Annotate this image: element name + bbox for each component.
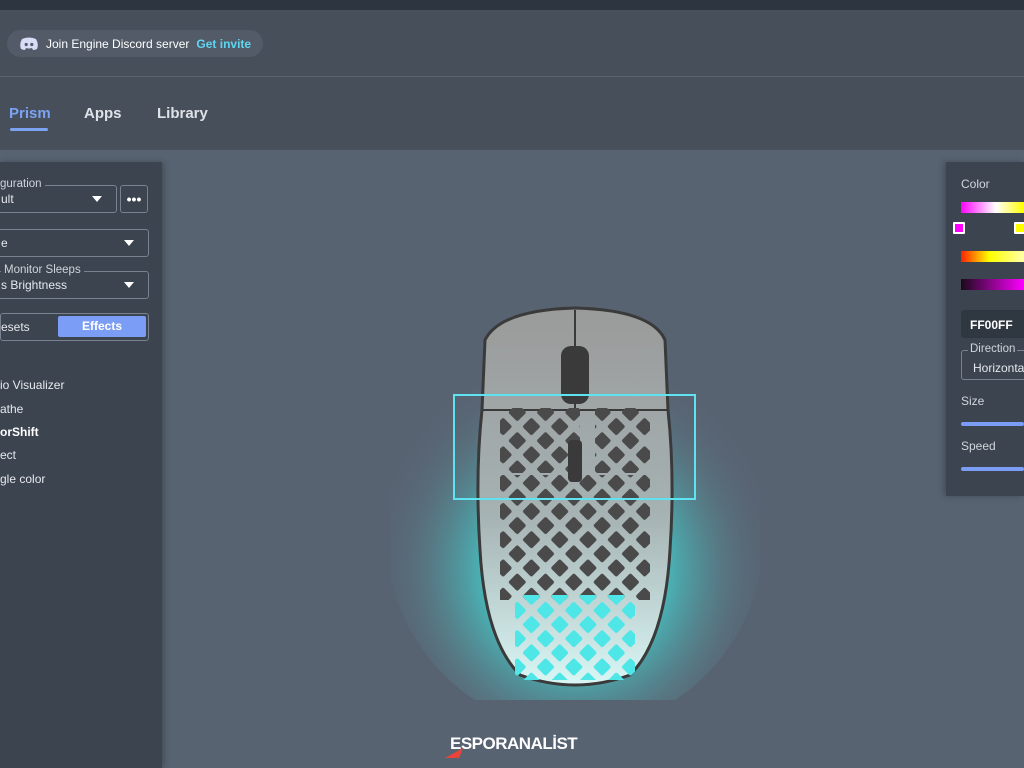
direction-legend: Direction <box>968 343 1018 355</box>
watermark-logo: ESPORANALİST <box>445 734 578 758</box>
gradient-stop-yellow[interactable] <box>1014 222 1024 234</box>
chevron-down-icon <box>124 240 134 246</box>
tab-apps[interactable]: Apps <box>84 105 122 122</box>
monitor-sleeps-legend: Monitor Sleeps <box>1 264 84 276</box>
brightness-slider[interactable] <box>961 279 1024 290</box>
header: Join Engine Discord server Get invite Pr… <box>0 10 1024 150</box>
get-invite-link[interactable]: Get invite <box>196 37 251 51</box>
color-gradient-bar[interactable] <box>961 202 1024 213</box>
chevron-down-icon <box>124 282 134 288</box>
gradient-stop-magenta[interactable] <box>953 222 965 234</box>
watermark-part2: ANALİST <box>507 734 578 753</box>
monitor-sleeps-select[interactable]: Monitor Sleeps s Brightness <box>0 264 149 299</box>
configuration-value: ult <box>1 192 14 206</box>
size-slider[interactable] <box>961 422 1024 426</box>
hex-value: FF00FF <box>970 318 1013 332</box>
discord-banner-text: Join Engine Discord server <box>46 36 190 51</box>
presets-effects-toggle: esets Effects <box>0 313 149 341</box>
mode-select[interactable]: e <box>0 229 149 257</box>
size-label: Size <box>961 394 985 408</box>
discord-banner: Join Engine Discord server Get invite <box>7 30 264 57</box>
effect-audio-visualizer[interactable]: io Visualizer <box>0 378 64 392</box>
hex-color-input[interactable]: FF00FF <box>961 310 1024 338</box>
tab-library[interactable]: Library <box>157 105 208 122</box>
speed-slider[interactable] <box>961 467 1024 471</box>
configuration-legend: guration <box>0 178 45 190</box>
speed-label: Speed <box>961 439 996 453</box>
more-options-button[interactable]: ••• <box>120 185 148 213</box>
mode-value: e <box>1 236 8 250</box>
direction-select[interactable]: Direction Horizonta <box>961 343 1024 380</box>
presets-tab[interactable]: esets <box>1 320 30 334</box>
configuration-select[interactable]: guration ult <box>0 178 117 213</box>
effect-disconnect[interactable]: ect <box>0 448 16 462</box>
color-label: Color <box>961 177 990 191</box>
more-dots-icon: ••• <box>126 191 142 207</box>
effect-breathe[interactable]: athe <box>0 402 23 416</box>
left-settings-panel: guration ult ••• e Monitor Sleeps s Brig… <box>0 162 162 768</box>
hue-slider[interactable] <box>961 251 1024 262</box>
effect-single-color[interactable]: gle color <box>0 472 45 486</box>
device-preview <box>385 300 765 730</box>
active-tab-indicator <box>10 128 48 131</box>
monitor-sleeps-value: s Brightness <box>1 278 68 292</box>
header-divider <box>0 76 1024 77</box>
title-bar <box>0 0 1024 10</box>
direction-value: Horizonta <box>973 361 1024 375</box>
watermark-part1: ESPOR <box>450 734 508 753</box>
effect-colorshift[interactable]: orShift <box>0 425 39 439</box>
discord-icon <box>20 37 38 50</box>
chevron-down-icon <box>92 196 102 202</box>
mouse-icon <box>385 306 765 730</box>
effects-tab[interactable]: Effects <box>58 316 146 337</box>
tab-prism[interactable]: Prism <box>9 105 51 122</box>
right-color-panel: Color FF00FF Direction Horizonta Size Sp… <box>946 162 1024 496</box>
